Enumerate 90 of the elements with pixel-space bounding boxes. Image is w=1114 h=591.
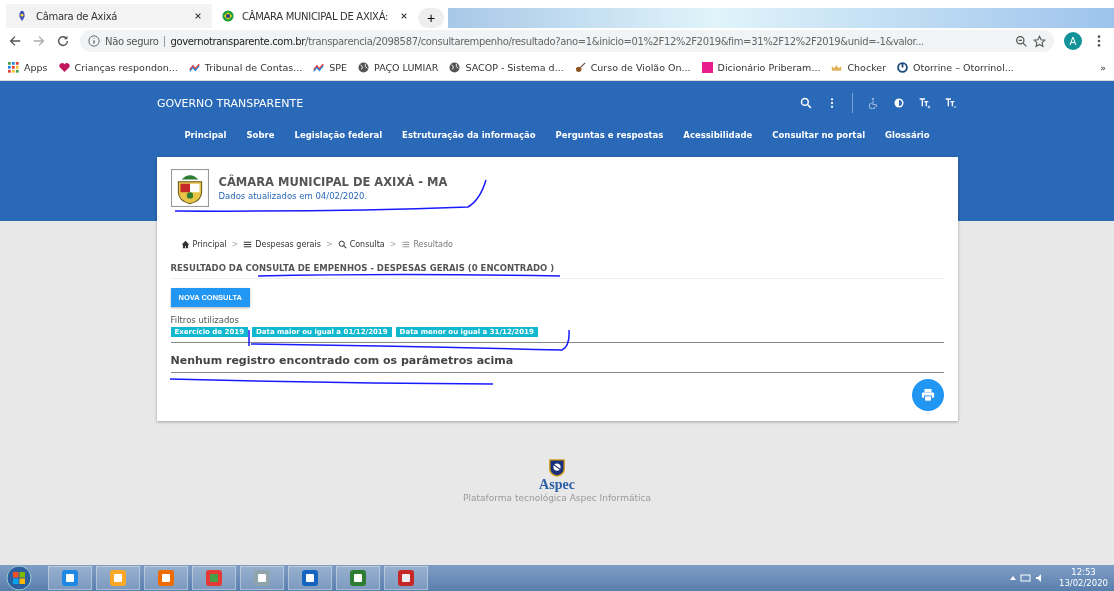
taskbar-app-button[interactable] — [288, 566, 332, 590]
nav-link[interactable]: Consultar no portal — [772, 130, 866, 140]
zigzag-icon — [188, 61, 200, 73]
tab-title: CÂMARA MUNICIPAL DE AXIXÁ: — [242, 10, 390, 22]
footer-logo-text: Aspec — [539, 477, 575, 493]
star-icon[interactable] — [1033, 34, 1046, 48]
taskbar-app-button[interactable] — [240, 566, 284, 590]
bookmark-label: Chocker — [847, 61, 887, 73]
square-icon — [701, 61, 713, 73]
taskbar-app-button[interactable] — [48, 566, 92, 590]
bookmark-item[interactable]: Apps — [8, 61, 48, 73]
font-decrease-icon[interactable] — [945, 97, 957, 109]
font-increase-icon[interactable] — [919, 97, 931, 109]
update-date: Dados atualizados em 04/02/2020. — [218, 191, 369, 201]
profile-avatar[interactable]: A — [1064, 32, 1082, 50]
clock-time: 12:53 — [1071, 567, 1096, 578]
bookmark-item[interactable]: Chocker — [831, 61, 887, 73]
taskbar-app-button[interactable] — [144, 566, 188, 590]
guitar-icon — [574, 61, 586, 73]
taskbar-app-button[interactable] — [336, 566, 380, 590]
start-button[interactable] — [6, 565, 32, 591]
url-text: governotransparente.com.br/transparencia/2098587/consultarempenho/resultado?ano=1&inicio=01%2F12%2F2019&fim=31%2F12%2F2019&unid=-1&valor... — [170, 35, 925, 47]
globe-icon — [449, 61, 461, 73]
reload-icon[interactable] — [56, 34, 70, 48]
close-icon[interactable] — [400, 12, 408, 20]
back-icon[interactable] — [8, 34, 22, 48]
breadcrumb-link[interactable]: Principal — [180, 240, 227, 249]
breadcrumb-link[interactable]: Resultado — [401, 240, 453, 249]
app-icon — [60, 568, 80, 588]
globe-icon — [358, 61, 369, 73]
breadcrumb-separator: > — [389, 240, 397, 249]
nav-link[interactable]: Principal — [184, 130, 227, 140]
list-icon — [401, 240, 411, 249]
nav-link[interactable]: Legislação federal — [294, 130, 383, 140]
more-bookmarks-button[interactable]: » — [1100, 61, 1106, 73]
heart-icon — [58, 61, 70, 73]
search-icon — [337, 240, 347, 249]
nav-link[interactable]: Acessibilidade — [683, 130, 753, 140]
contrast-icon[interactable] — [893, 97, 905, 109]
coat-of-arms-icon — [170, 169, 209, 207]
nav-link[interactable]: Estruturação da informação — [402, 130, 536, 140]
bookmark-item[interactable]: PAÇO LUMIAR — [358, 61, 439, 73]
print-button[interactable] — [911, 379, 944, 411]
empty-message: Nenhum registro encontrado com os parâmetros acima — [170, 354, 515, 367]
tab-title: Câmara de Axixá — [36, 10, 119, 22]
nav-link[interactable]: Glossário — [885, 130, 930, 140]
app-icon — [300, 568, 320, 588]
taskbar-app-button[interactable] — [384, 566, 428, 590]
bookmark-item[interactable]: SPE — [313, 61, 347, 73]
bookmark-label: PAÇO LUMIAR — [374, 61, 439, 73]
grid-icon — [8, 61, 19, 73]
breadcrumb-link[interactable]: Despesas gerais — [243, 240, 321, 249]
taskbar-app-button[interactable] — [192, 566, 236, 590]
new-tab-button[interactable]: + — [418, 8, 444, 28]
filters-label: Filtros utilizados — [170, 315, 240, 325]
app-icon — [396, 568, 416, 588]
bookmark-label: Apps — [24, 61, 48, 73]
address-field[interactable]: Não seguro governotransparente.com.br/transparencia/2098587/consultarempenho/resultado?ano=1&inicio=01%2F12%2F2019&fim=31%2F12%2F2019&unid=-1&valor... — [80, 30, 1054, 52]
zigzag-icon — [313, 61, 325, 73]
app-icon — [348, 568, 368, 588]
clock-date: 13/02/2020 — [1059, 578, 1108, 589]
nav-link[interactable]: Sobre — [246, 130, 275, 140]
zoom-out-icon[interactable] — [1015, 34, 1028, 48]
ring-icon — [897, 61, 909, 73]
flag-icon — [222, 10, 234, 22]
browser-tab[interactable]: Câmara de Axixá — [6, 4, 212, 28]
site-brand[interactable]: GOVERNO TRANSPARENTE — [157, 96, 304, 110]
app-icon — [108, 568, 128, 588]
search-icon[interactable] — [800, 97, 812, 109]
nav-link[interactable]: Perguntas e respostas — [555, 130, 664, 140]
taskbar-app-button[interactable] — [96, 566, 140, 590]
pin-icon — [16, 10, 28, 22]
breadcrumb-link[interactable]: Consulta — [337, 240, 385, 249]
security-label: Não seguro — [105, 35, 166, 47]
app-icon — [156, 568, 176, 588]
shield-logo-icon — [548, 459, 566, 477]
footer-caption: Plataforma tecnológica Aspec Informática — [463, 493, 651, 503]
breadcrumb-separator: > — [231, 240, 239, 249]
home-icon — [180, 240, 190, 249]
wheelchair-icon[interactable] — [867, 97, 879, 109]
close-icon[interactable] — [194, 12, 202, 20]
printer-icon — [920, 388, 935, 402]
organization-name: CÂMARA MUNICIPAL DE AXIXÁ - MA — [218, 175, 448, 189]
list-icon — [243, 240, 253, 249]
result-title: RESULTADO DA CONSULTA DE EMPENHOS - DESPESAS GERAIS (0 ENCONTRADO ) — [170, 263, 555, 273]
info-icon — [88, 35, 100, 47]
breadcrumb-separator: > — [325, 240, 333, 249]
app-icon — [204, 568, 224, 588]
app-icon — [252, 568, 272, 588]
bookmark-label: SPE — [329, 61, 347, 73]
